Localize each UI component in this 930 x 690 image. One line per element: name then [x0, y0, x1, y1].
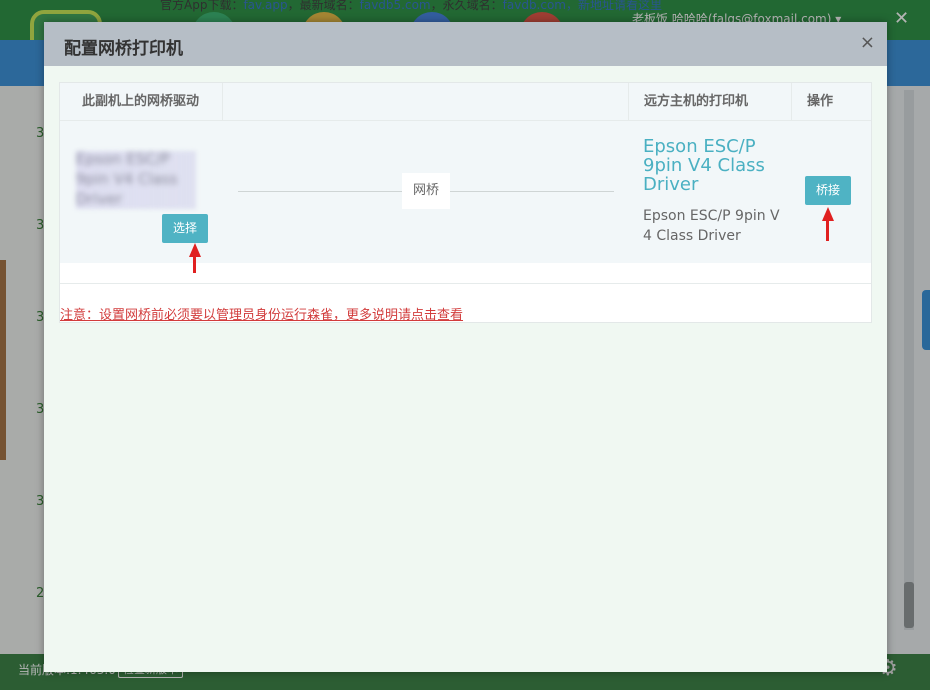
dialog-title: 配置网桥打印机 — [64, 39, 183, 59]
annotation-arrow-icon — [189, 243, 201, 257]
select-driver-button[interactable]: 选择 — [162, 214, 208, 243]
bridge-printer-dialog: 配置网桥打印机 × 此副机上的网桥驱动 远方主机的打印机 操作 Epson ES… — [44, 22, 887, 672]
dialog-header: 配置网桥打印机 × — [44, 22, 887, 66]
remote-printer-subtitle: Epson ESC/P 9pin V 4 Class Driver — [643, 208, 780, 244]
table-header: 此副机上的网桥驱动 远方主机的打印机 操作 — [60, 83, 871, 121]
bridge-label: 网桥 — [402, 173, 450, 209]
table-row: Epson ESC/P 9pin V4 Class Driver 选择 网桥 E… — [60, 121, 871, 273]
local-driver-name: Epson ESC/P 9pin V4 Class Driver — [76, 150, 178, 208]
col-action: 操作 — [807, 94, 834, 109]
bridge-button[interactable]: 桥接 — [805, 176, 851, 205]
divider — [60, 283, 871, 284]
col-spacer — [223, 83, 629, 121]
col-remote-printer: 远方主机的打印机 — [629, 83, 792, 121]
admin-notice-link[interactable]: 注意：设置网桥前必须要以管理员身份运行森雀，更多说明请点击查看 — [60, 304, 463, 323]
col-local-driver: 此副机上的网桥驱动 — [60, 83, 223, 121]
remote-printer-name: Epson ESC/P 9pin V4 Class Driver — [643, 136, 765, 195]
annotation-arrow-icon — [822, 207, 834, 221]
close-icon[interactable]: × — [860, 32, 875, 53]
bridge-table: 此副机上的网桥驱动 远方主机的打印机 操作 Epson ESC/P 9pin V… — [59, 82, 872, 323]
